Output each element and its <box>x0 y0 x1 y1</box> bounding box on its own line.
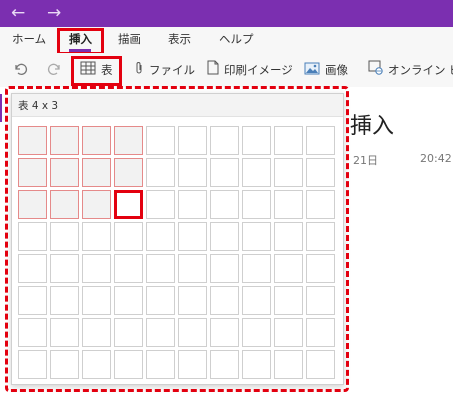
table-button-highlight <box>71 56 122 86</box>
section-accent <box>0 94 2 122</box>
image-icon <box>304 54 320 88</box>
menu-home[interactable]: ホーム <box>12 27 46 53</box>
online-video-button-label: オンライン ビデ <box>388 63 453 77</box>
online-video-icon <box>368 54 383 88</box>
title-bar: ← → <box>0 0 453 27</box>
menu-view[interactable]: 表示 <box>168 27 191 53</box>
table-picker-highlight <box>5 86 349 392</box>
document-icon <box>207 54 219 88</box>
image-button-label: 画像 <box>325 63 348 77</box>
printout-button-label: 印刷イメージ <box>224 63 293 77</box>
insert-file-button[interactable]: ファイル <box>134 53 195 87</box>
insert-tab-highlight <box>57 28 104 55</box>
insert-printout-button[interactable]: 印刷イメージ <box>207 53 293 87</box>
back-arrow-icon[interactable]: ← <box>11 0 25 27</box>
redo-icon[interactable] <box>46 61 62 81</box>
insert-online-video-button[interactable]: オンライン ビデ <box>368 53 453 87</box>
menu-draw[interactable]: 描画 <box>118 27 141 53</box>
page-title[interactable]: 挿入 <box>350 108 394 140</box>
insert-image-button[interactable]: 画像 <box>304 53 348 87</box>
undo-icon[interactable] <box>13 61 29 81</box>
page-time: 20:42 <box>420 152 452 165</box>
paperclip-icon <box>134 54 144 88</box>
forward-arrow-icon[interactable]: → <box>47 0 61 27</box>
toolbar: 表 ファイル 印刷イメージ 画像 オンライン ビデ <box>0 53 453 87</box>
page-date: 21日 <box>353 154 378 167</box>
file-button-label: ファイル <box>149 63 195 77</box>
menu-help[interactable]: ヘルプ <box>219 27 254 53</box>
